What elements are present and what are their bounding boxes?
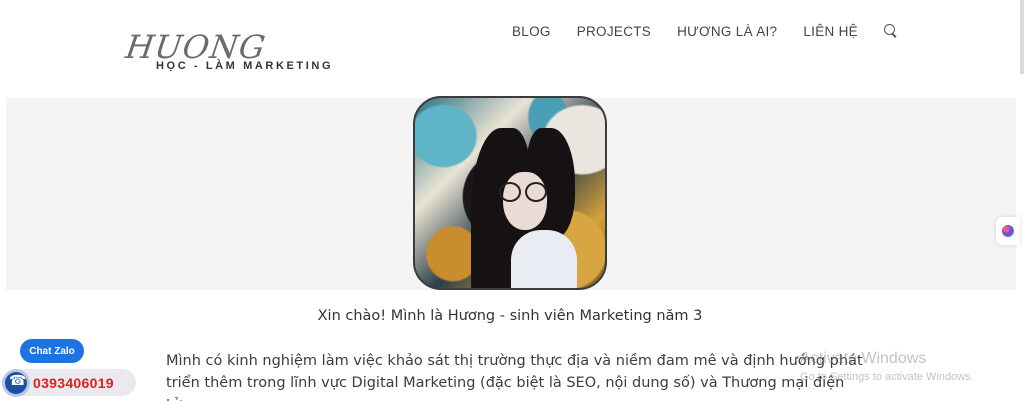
intro-greeting-row: Xin chào! Mình là Hương - sinh viên Mark… [0,308,1024,324]
search-icon[interactable] [884,24,898,38]
nav-item-about[interactable]: HƯƠNG LÀ AI? [677,24,777,39]
watermark-subtitle: Go to Settings to activate Windows. [800,371,974,383]
watermark-title: Activate Windows [800,350,927,367]
photo-glasses-left [499,182,521,202]
windows-activation-watermark: Activate Windows Go to Settings to activ… [800,350,974,383]
main-nav: BLOG PROJECTS HƯƠNG LÀ AI? LIÊN HỆ [512,22,898,40]
floating-side-badge[interactable] [996,217,1020,245]
site-header: HUONG HỌC - LÀM MARKETING BLOG PROJECTS … [0,0,1024,96]
site-logo[interactable]: HUONG HỌC - LÀM MARKETING [122,24,330,76]
nav-item-projects[interactable]: PROJECTS [577,24,651,39]
photo-shirt [511,230,577,288]
nav-item-contact[interactable]: LIÊN HỆ [803,24,858,39]
photo-glasses-right [525,182,547,202]
intro-greeting: Xin chào! Mình là Hương - sinh viên Mark… [317,308,703,324]
brain-icon [1002,225,1014,237]
phone-icon[interactable] [5,372,27,394]
profile-photo [413,96,607,290]
phone-number[interactable]: 0393406019 [33,375,114,391]
nav-item-blog[interactable]: BLOG [512,24,551,39]
logo-tagline: HỌC - LÀM MARKETING [156,60,334,72]
intro-body: Mình có kinh nghiệm làm việc khảo sát th… [166,353,863,401]
chat-zalo-button[interactable]: Chat Zalo [20,339,84,363]
scrollbar[interactable] [1020,0,1024,74]
